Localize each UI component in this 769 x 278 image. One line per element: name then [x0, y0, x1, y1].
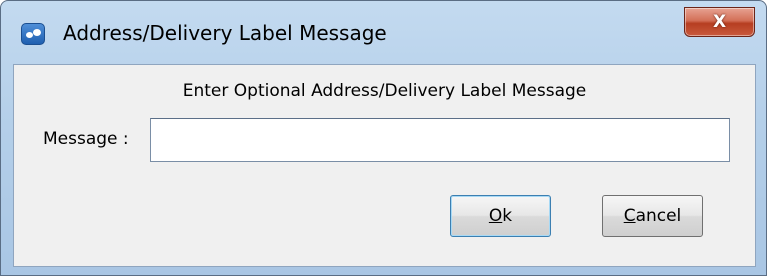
chat-bubbles-icon — [21, 23, 45, 45]
ok-mnemonic: O — [488, 206, 503, 226]
dialog-window: Address/Delivery Label Message X Enter O… — [0, 0, 767, 276]
cancel-label-rest: ancel — [635, 206, 682, 226]
close-button[interactable]: X — [684, 7, 755, 37]
window-title: Address/Delivery Label Message — [63, 21, 387, 45]
ok-button[interactable]: Ok — [450, 195, 551, 237]
cancel-button[interactable]: Cancel — [602, 195, 703, 237]
message-input[interactable] — [150, 118, 730, 162]
prompt-text: Enter Optional Address/Delivery Label Me… — [182, 81, 587, 101]
message-label: Message : — [43, 129, 129, 149]
close-icon: X — [712, 12, 727, 32]
title-bar[interactable]: Address/Delivery Label Message X — [1, 1, 766, 59]
dialog-body: Enter Optional Address/Delivery Label Me… — [13, 64, 756, 267]
ok-label-rest: k — [502, 206, 513, 226]
cancel-mnemonic: C — [623, 206, 636, 226]
